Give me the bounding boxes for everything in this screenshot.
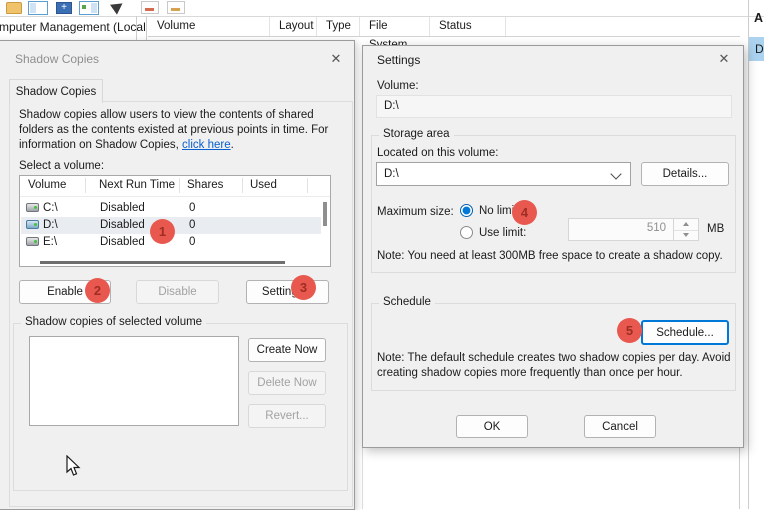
groupbox-label: Storage area [379,128,454,140]
limit-size-spinner[interactable]: 510 [568,218,699,241]
mouse-cursor [66,455,82,477]
export-list-icon[interactable] [141,1,159,14]
cancel-button[interactable]: Cancel [584,415,656,438]
column-header-type[interactable]: Type [317,17,360,36]
actions-pane-selected-item[interactable]: D [749,37,764,61]
tab-label: Shadow Copies [16,86,97,98]
cancel-label: Cancel [602,421,638,433]
spin-down-icon[interactable] [674,230,698,241]
settings-dialog-title: Settings [377,53,420,67]
tree-item-computer-management[interactable]: mputer Management (Local [0,20,146,34]
close-icon[interactable]: ✕ [709,47,739,71]
actions-pane-header: A [754,11,763,25]
ok-button[interactable]: OK [456,415,528,438]
mmc-toolbar: + [0,0,764,17]
located-volume-combo[interactable]: D:\ [376,162,631,186]
combo-value: D:\ [384,168,399,180]
schedule-note: Note: The default schedule creates two s… [377,351,733,381]
folder-icon[interactable] [6,2,22,14]
column-header-status[interactable]: Status [430,17,506,36]
column-header-volume[interactable]: Volume [148,17,270,36]
show-hide-tree-icon[interactable] [28,1,48,15]
volume-field: D:\ [376,95,732,118]
storage-note: Note: You need at least 300MB free space… [377,250,723,262]
chevron-down-icon [610,168,621,179]
spinner-buttons [673,219,698,240]
close-icon[interactable]: ✕ [321,47,351,71]
use-limit-label[interactable]: Use limit: [479,227,526,239]
step-4-badge: 4 [512,200,537,225]
located-label: Located on this volume: [377,147,498,159]
actions-pane-divider [748,0,749,509]
groupbox-label: Schedule [379,296,435,308]
details-label: Details... [663,168,708,180]
actions-item-label: D [755,42,764,56]
schedule-button[interactable]: Schedule... [641,320,729,345]
help-icon[interactable] [167,1,185,14]
content-pane-right-edge [739,448,740,509]
volume-list-header-row: Volume Layout Type File System Status [148,17,740,37]
step-2-badge: 2 [85,278,110,303]
mb-unit-label: MB [707,223,724,235]
column-header-layout[interactable]: Layout [270,17,317,36]
shadow-copies-dialog-title: Shadow Copies [15,52,99,66]
shadow-copies-tab-page [9,101,353,507]
schedule-label: Schedule... [656,327,714,339]
panel-splitter-edge [146,16,147,40]
ok-label: OK [484,421,501,433]
column-header-filesystem[interactable]: File System [360,17,430,36]
add-snapin-icon[interactable]: + [56,2,72,14]
volume-value: D:\ [384,100,399,112]
background-edge [362,448,363,509]
panel-splitter[interactable] [136,16,137,40]
limit-value: 510 [647,222,666,234]
step-1-badge: 1 [150,219,175,244]
step-5-badge: 5 [617,318,642,343]
maximum-size-label: Maximum size: [377,206,454,218]
step-3-badge: 3 [291,275,316,300]
details-button[interactable]: Details... [641,162,729,186]
volume-label: Volume: [377,80,419,92]
settings-dialog: Settings ✕ Volume: D:\ Storage area Loca… [362,45,744,448]
tab-shadow-copies[interactable]: Shadow Copies [9,79,103,103]
help-pointer-icon[interactable] [110,0,126,15]
no-limit-radio[interactable] [460,204,473,217]
use-limit-radio[interactable] [460,226,473,239]
show-hide-action-pane-icon[interactable] [79,1,99,15]
